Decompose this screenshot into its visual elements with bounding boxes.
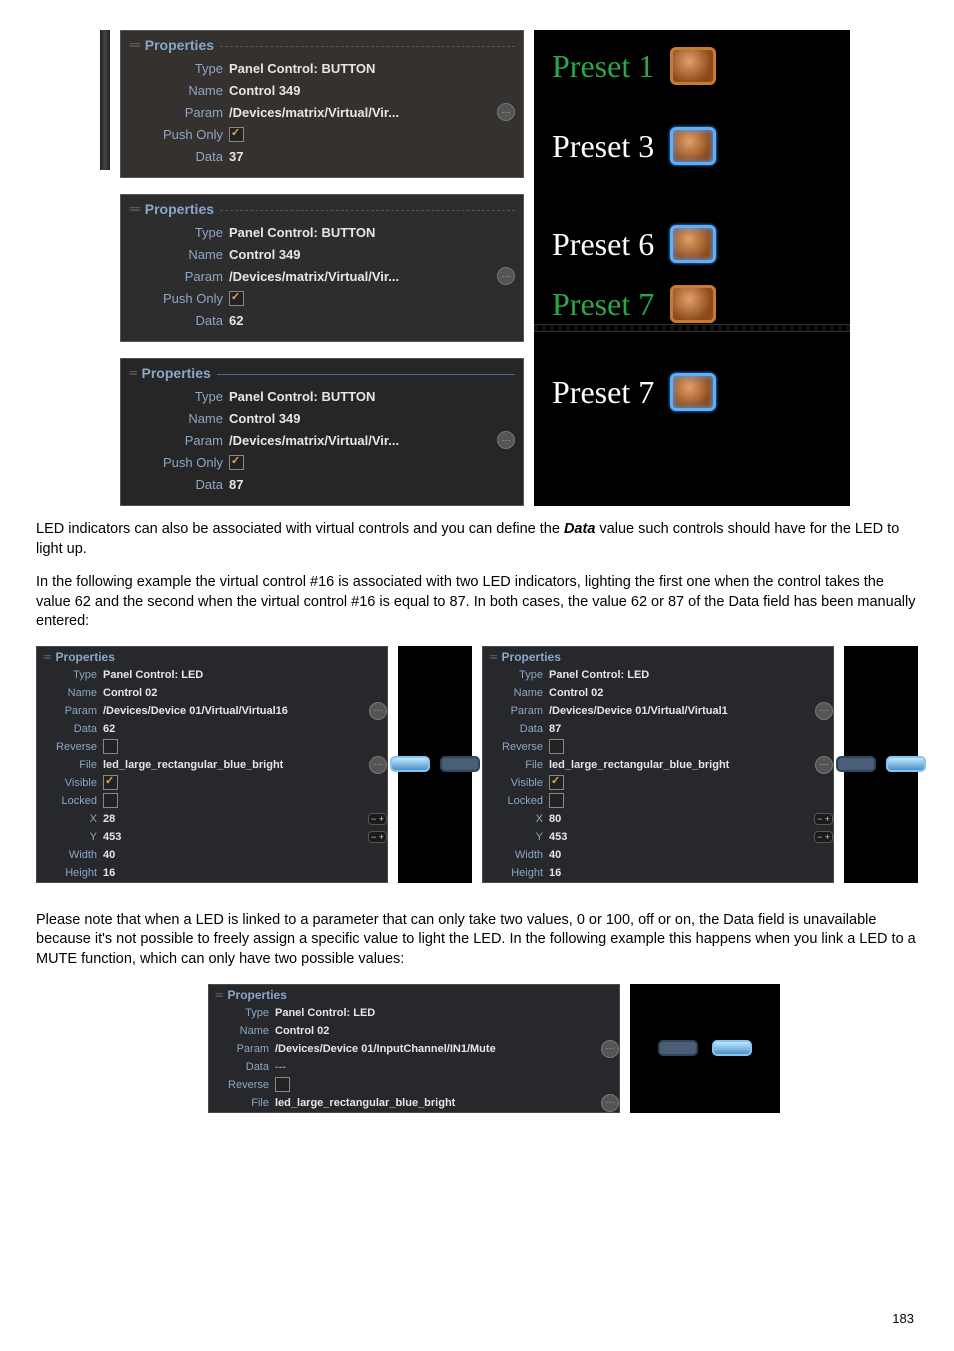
properties-panel-3: ≡≡ Properties TypePanel Control: BUTTON … [120,358,524,506]
type-label: Type [129,61,229,76]
preset-3[interactable]: Preset 3 [534,114,850,178]
x-stepper[interactable]: − + [814,813,833,825]
paragraph-2: In the following example the virtual con… [36,573,918,632]
preset-6[interactable]: Preset 6 [534,212,850,276]
preset-led-lit [670,127,716,165]
param-value[interactable]: /Devices/matrix/Virtual/Vir... [229,105,493,120]
pushonly-checkbox[interactable] [229,127,244,142]
preset-divider [534,324,850,332]
properties-title: ≡≡≡ Properties [129,201,515,221]
led-properties-panel-1: ≡≡Properties TypePanel Control: LED Name… [36,646,388,883]
drag-handle-icon: ≡≡≡ [129,204,139,214]
locked-checkbox[interactable] [103,793,118,808]
pushonly-label: Push Only [129,127,229,142]
browse-icon[interactable]: ⋯ [369,702,387,720]
mini-led-dim [658,1040,698,1056]
locked-checkbox[interactable] [549,793,564,808]
pushonly-checkbox[interactable] [229,291,244,306]
drag-handle-icon: ≡≡ [489,652,496,662]
y-stepper[interactable]: − + [368,831,387,843]
properties-panel-1: ≡≡≡ Properties TypePanel Control: BUTTON… [120,30,524,178]
preset-led-lit [670,373,716,411]
properties-title: ≡≡ Properties [129,365,515,385]
pushonly-checkbox[interactable] [229,455,244,470]
title-divider [220,46,515,47]
browse-icon[interactable]: ⋯ [497,103,515,121]
led-panels-row: ≡≡Properties TypePanel Control: LED Name… [36,646,918,883]
preset-led-off [670,285,716,323]
data-disabled: --- [275,1061,619,1073]
led-preview-mute [630,984,780,1113]
properties-title: ≡≡≡ Properties [129,37,515,57]
mini-led-lit [390,756,430,772]
browse-icon[interactable]: ⋯ [601,1094,619,1112]
preset-preview: Preset 1 Preset 3 Preset 6 Preset 7 Pres… [534,30,850,506]
type-value: Panel Control: BUTTON [229,61,515,76]
title-divider [220,210,515,211]
reverse-checkbox[interactable] [549,739,564,754]
led-preview-1 [398,646,472,883]
panel-grab-handle [100,30,110,170]
properties-panel-2: ≡≡≡ Properties TypePanel Control: BUTTON… [120,194,524,342]
mini-led-dim [440,756,480,772]
drag-handle-icon: ≡≡≡ [129,40,139,50]
led-properties-panel-mute: ≡≡Properties TypePanel Control: LED Name… [208,984,620,1113]
bottom-row: ≡≡Properties TypePanel Control: LED Name… [208,984,918,1113]
name-label: Name [129,83,229,98]
preset-7a[interactable]: Preset 7 [534,284,850,324]
mini-led-lit [886,756,926,772]
name-value[interactable]: Control 349 [229,83,515,98]
mini-led-dim [836,756,876,772]
paragraph-3: Please note that when a LED is linked to… [36,911,918,970]
top-screenshots: ≡≡≡ Properties TypePanel Control: BUTTON… [104,30,918,506]
reverse-checkbox[interactable] [275,1077,290,1092]
preset-7b[interactable]: Preset 7 [534,360,850,424]
preset-led-lit [670,225,716,263]
browse-icon[interactable]: ⋯ [815,702,833,720]
led-properties-panel-2: ≡≡Properties TypePanel Control: LED Name… [482,646,834,883]
visible-checkbox[interactable] [549,775,564,790]
browse-icon[interactable]: ⋯ [601,1040,619,1058]
data-label: Data [129,149,229,164]
paragraph-1: LED indicators can also be associated wi… [36,520,918,559]
mini-led-lit [712,1040,752,1056]
reverse-checkbox[interactable] [103,739,118,754]
data-value[interactable]: 37 [229,149,515,164]
y-stepper[interactable]: − + [814,831,833,843]
param-label: Param [129,105,229,120]
drag-handle-icon: ≡≡ [43,652,50,662]
drag-handle-icon: ≡≡ [129,368,136,378]
title-divider [217,374,515,375]
page-number: 183 [892,1311,914,1326]
x-stepper[interactable]: − + [368,813,387,825]
led-preview-2 [844,646,918,883]
browse-icon[interactable]: ⋯ [497,431,515,449]
preset-led-off [670,47,716,85]
browse-icon[interactable]: ⋯ [497,267,515,285]
properties-stack: ≡≡≡ Properties TypePanel Control: BUTTON… [120,30,524,506]
preset-1[interactable]: Preset 1 [534,34,850,98]
drag-handle-icon: ≡≡ [215,990,222,1000]
visible-checkbox[interactable] [103,775,118,790]
